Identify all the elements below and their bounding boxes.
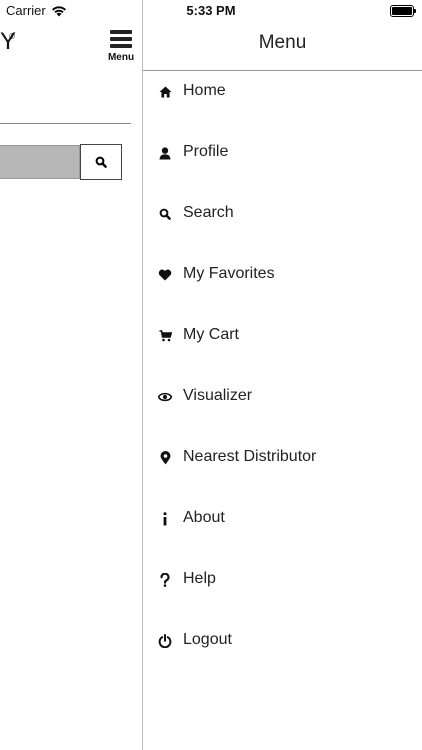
- divider: [0, 123, 131, 124]
- clock: 5:33 PM: [186, 3, 236, 18]
- menu-item-label: Help: [183, 570, 216, 587]
- menu-item-help[interactable]: Help: [143, 560, 422, 600]
- menu-header-divider: [143, 70, 422, 71]
- menu-item-cart[interactable]: My Cart: [143, 316, 422, 356]
- menu-item-home[interactable]: Home: [143, 72, 422, 112]
- home-icon: [157, 84, 173, 100]
- registered-mark: ®: [9, 32, 15, 41]
- menu-item-nearest-distributor[interactable]: Nearest Distributor: [143, 438, 422, 478]
- hamburger-bar-icon: [110, 30, 132, 34]
- eye-icon: [157, 389, 173, 405]
- hamburger-bar-icon: [110, 37, 132, 41]
- power-icon: [157, 633, 173, 649]
- menu-item-label: Nearest Distributor: [183, 448, 317, 465]
- menu-item-label: Profile: [183, 143, 229, 160]
- menu-item-label: My Favorites: [183, 265, 275, 282]
- menu-item-label: Visualizer: [183, 387, 253, 404]
- menu-item-about[interactable]: About: [143, 499, 422, 539]
- status-bar: Carrier 5:33 PM: [0, 0, 422, 22]
- cart-icon: [157, 328, 173, 344]
- search-input[interactable]: [0, 145, 80, 179]
- menu-item-label: About: [183, 509, 225, 526]
- app-background-pane: Y ® Menu: [0, 22, 142, 750]
- person-icon: [157, 145, 173, 161]
- search-icon: [157, 206, 173, 222]
- menu-item-label: My Cart: [183, 326, 239, 343]
- menu-item-label: Logout: [183, 631, 232, 648]
- question-icon: [157, 572, 173, 588]
- search-icon: [95, 156, 107, 168]
- menu-item-logout[interactable]: Logout: [143, 621, 422, 661]
- menu-title: Menu: [258, 32, 307, 53]
- menu-button-label: Menu: [107, 52, 135, 63]
- battery-icon: [390, 5, 416, 17]
- map-pin-icon: [157, 450, 173, 466]
- info-icon: [157, 511, 173, 527]
- hamburger-bar-icon: [110, 44, 132, 48]
- side-menu: Menu Home Profile Search My Favorites My…: [143, 22, 422, 750]
- menu-item-favorites[interactable]: My Favorites: [143, 255, 422, 295]
- heart-icon: [157, 267, 173, 283]
- menu-item-visualizer[interactable]: Visualizer: [143, 377, 422, 417]
- menu-item-profile[interactable]: Profile: [143, 133, 422, 173]
- menu-item-search[interactable]: Search: [143, 194, 422, 234]
- search-button[interactable]: [80, 144, 122, 180]
- menu-item-label: Home: [183, 82, 226, 99]
- menu-button[interactable]: Menu: [106, 30, 136, 64]
- menu-item-label: Search: [183, 204, 234, 221]
